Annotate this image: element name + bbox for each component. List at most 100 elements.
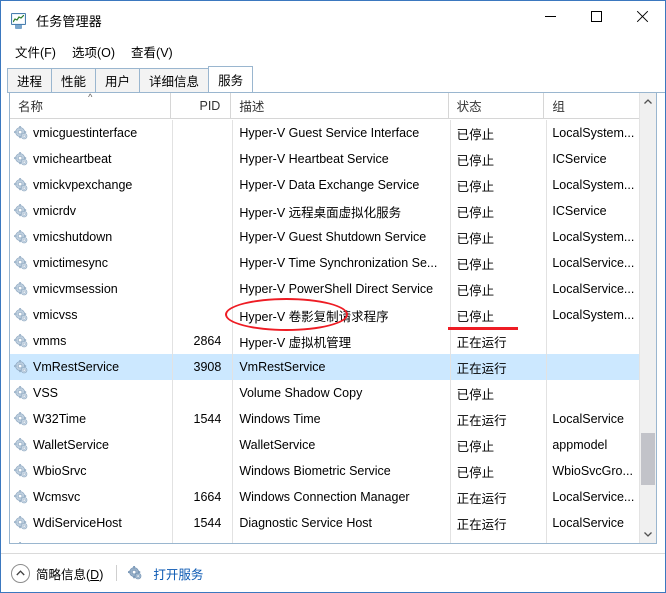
tab-services[interactable]: 服务 bbox=[208, 66, 254, 93]
cell-description-label: Hyper-V Guest Shutdown Service bbox=[239, 230, 427, 244]
cell-status: 正在运行 bbox=[449, 328, 545, 354]
service-name-label: W32Time bbox=[33, 412, 87, 426]
window-title: 任务管理器 bbox=[36, 14, 103, 29]
column-header-group-label: 组 bbox=[552, 100, 565, 114]
cell-pid bbox=[171, 146, 231, 172]
cell-status-label: 已停止 bbox=[456, 257, 495, 272]
cell-description: Windows Time bbox=[231, 406, 448, 432]
table-row[interactable]: WdiSystemHost Diagnostic System Host 已停止 Lo… bbox=[10, 536, 656, 543]
table-row[interactable]: WdiServiceHost 1544 Diagnostic Service Hos… bbox=[10, 510, 656, 536]
scroll-up-button[interactable] bbox=[640, 93, 656, 110]
cell-status: 已停止 bbox=[449, 380, 545, 406]
cell-pid bbox=[171, 172, 231, 198]
service-gear-icon bbox=[14, 542, 28, 543]
cell-service-name: vmickvpexchange bbox=[10, 172, 171, 198]
tab-processes[interactable]: 进程 bbox=[7, 68, 52, 93]
cell-status: 已停止 bbox=[449, 250, 545, 276]
cell-service-name: W32Time bbox=[10, 406, 171, 432]
table-row[interactable]: Wcmsvc 1664 Windows Connection Manager 正在运行… bbox=[10, 484, 656, 510]
table-row[interactable]: vmickvpexchange Hyper-V Data Exchange Ser… bbox=[10, 172, 656, 198]
cell-status: 已停止 bbox=[449, 302, 545, 328]
minimize-button[interactable] bbox=[527, 1, 573, 31]
column-header-pid[interactable]: PID bbox=[171, 93, 232, 118]
cell-service-name: Wcmsvc bbox=[10, 484, 171, 510]
table-row[interactable]: vmms 2864 Hyper-V 虚拟机管理 正在运行 bbox=[10, 328, 656, 354]
service-gear-icon bbox=[14, 412, 28, 426]
service-gear-icon bbox=[14, 282, 28, 296]
table-row[interactable]: vmicguestinterface Hyper-V Guest Service … bbox=[10, 120, 656, 146]
vertical-scrollbar[interactable] bbox=[639, 93, 656, 543]
cell-pid bbox=[171, 120, 231, 146]
cell-status-label: 已停止 bbox=[456, 231, 495, 246]
cell-status-label: 已停止 bbox=[456, 205, 495, 220]
table-row[interactable]: vmicrdv Hyper-V 远程桌面虚拟化服务 已停止 ICService bbox=[10, 198, 656, 224]
cell-service-name: WalletService bbox=[10, 432, 171, 458]
service-gear-icon bbox=[14, 360, 28, 374]
service-gear-icon bbox=[14, 308, 28, 322]
service-name-label: vmicguestinterface bbox=[33, 126, 138, 140]
cell-status: 正在运行 bbox=[449, 484, 545, 510]
column-header-description[interactable]: 描述 bbox=[231, 93, 449, 118]
column-header-status[interactable]: 状态 bbox=[449, 93, 545, 118]
table-row[interactable]: WbioSrvc Windows Biometric Service 已停止 Wbio… bbox=[10, 458, 656, 484]
cell-description-label: Diagnostic Service Host bbox=[239, 516, 373, 530]
tab-strip: 进程 性能 用户 详细信息 服务 bbox=[1, 66, 665, 93]
cell-status-label: 已停止 bbox=[456, 465, 495, 480]
cell-description: Hyper-V Guest Service Interface bbox=[231, 120, 448, 146]
column-header-name-label: 名称 bbox=[18, 100, 44, 114]
tab-details[interactable]: 详细信息 bbox=[139, 68, 209, 93]
cell-pid bbox=[171, 198, 231, 224]
cell-status-label: 已停止 bbox=[456, 283, 495, 298]
column-header-name[interactable]: ^ 名称 bbox=[10, 93, 172, 118]
scroll-down-button[interactable] bbox=[640, 526, 656, 543]
tab-users[interactable]: 用户 bbox=[95, 68, 140, 93]
tab-strip-filler bbox=[253, 68, 665, 93]
cell-pid-label: 2864 bbox=[193, 334, 222, 348]
table-row[interactable]: vmicvmsession Hyper-V PowerShell Direct S… bbox=[10, 276, 656, 302]
cell-status-label: 已停止 bbox=[456, 387, 495, 402]
maximize-button[interactable] bbox=[573, 1, 619, 31]
table-row[interactable]: VmRestService 3908 VmRestService 正在运行 bbox=[10, 354, 656, 380]
table-row[interactable]: vmicheartbeat Hyper-V Heartbeat Service 已停… bbox=[10, 146, 656, 172]
table-row[interactable]: vmictimesync Hyper-V Time Synchronization… bbox=[10, 250, 656, 276]
service-name-label: vmicvss bbox=[33, 308, 78, 322]
cell-status-label: 正在运行 bbox=[456, 413, 507, 428]
table-row[interactable]: vmicshutdown Hyper-V Guest Shutdown Servi… bbox=[10, 224, 656, 250]
menu-file[interactable]: 文件(F) bbox=[7, 40, 64, 63]
scrollbar-thumb[interactable] bbox=[641, 433, 655, 485]
table-row[interactable]: VSS Volume Shadow Copy 已停止 bbox=[10, 380, 656, 406]
menu-view[interactable]: 查看(V) bbox=[123, 40, 181, 63]
cell-description: Hyper-V PowerShell Direct Service bbox=[231, 276, 448, 302]
cell-pid bbox=[171, 224, 231, 250]
title-bar: 任务管理器 bbox=[1, 1, 665, 40]
table-row[interactable]: W32Time 1544 Windows Time 正在运行 LocalService bbox=[10, 406, 656, 432]
service-gear-icon bbox=[14, 490, 28, 504]
cell-status-label: 已停止 bbox=[456, 153, 495, 168]
table-row[interactable]: WalletService WalletService 已停止 appmodel bbox=[10, 432, 656, 458]
tab-performance[interactable]: 性能 bbox=[51, 68, 96, 93]
cell-status-label: 正在运行 bbox=[456, 335, 507, 350]
cell-group-label: LocalSystem... bbox=[552, 308, 635, 322]
menu-options[interactable]: 选项(O) bbox=[64, 40, 123, 63]
service-name-label: vmictimesync bbox=[33, 256, 109, 270]
service-name-label: Wcmsvc bbox=[33, 490, 81, 504]
cell-status-label: 正在运行 bbox=[456, 361, 507, 376]
services-row-container: vmicguestinterface Hyper-V Guest Service … bbox=[10, 120, 656, 543]
fewer-details-button[interactable]: 简略信息(D) bbox=[11, 563, 103, 583]
cell-group-label: appmodel bbox=[552, 438, 608, 452]
close-button[interactable] bbox=[619, 1, 665, 31]
cell-description-label: WalletService bbox=[239, 438, 316, 452]
table-row[interactable]: vmicvss Hyper-V 卷影复制请求程序 已停止 LocalSystem... bbox=[10, 302, 656, 328]
taskmanager-icon bbox=[10, 12, 28, 30]
service-name-label: vmickvpexchange bbox=[33, 178, 133, 192]
cell-service-name: WdiSystemHost bbox=[10, 536, 171, 543]
cell-group-label: LocalService... bbox=[552, 282, 635, 296]
open-services-link[interactable]: 打开服务 bbox=[128, 564, 203, 583]
cell-description: Hyper-V Guest Shutdown Service bbox=[231, 224, 448, 250]
cell-description-label: Hyper-V 虚拟机管理 bbox=[239, 335, 352, 350]
service-gear-icon bbox=[14, 386, 28, 400]
cell-description-label: Diagnostic System Host bbox=[239, 542, 372, 543]
cell-status: 已停止 bbox=[449, 276, 545, 302]
service-gear-icon bbox=[14, 204, 28, 218]
cell-description-label: Hyper-V 卷影复制请求程序 bbox=[239, 309, 389, 324]
